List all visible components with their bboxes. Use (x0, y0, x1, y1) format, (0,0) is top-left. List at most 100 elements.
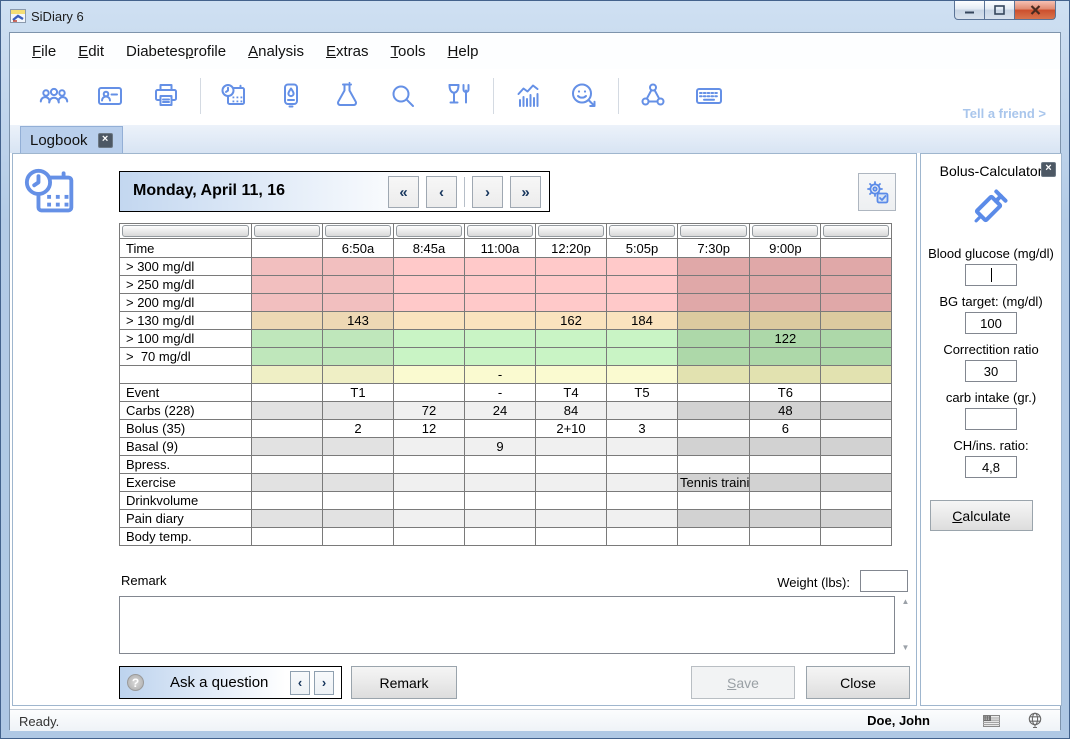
column-header-button[interactable] (750, 224, 821, 239)
remark-scrollbar[interactable]: ▲ ▼ (898, 596, 913, 654)
logbook-cell[interactable] (252, 402, 323, 420)
logbook-cell[interactable] (252, 492, 323, 510)
close-logbook-button[interactable]: Close (806, 666, 910, 699)
logbook-cell[interactable] (394, 384, 465, 402)
smiley-share-icon[interactable] (569, 81, 599, 111)
logbook-cell[interactable] (252, 510, 323, 528)
logbook-cell[interactable] (678, 402, 750, 420)
logbook-cell[interactable] (821, 420, 892, 438)
menu-tools[interactable]: Tools (380, 39, 437, 64)
logbook-icon[interactable] (220, 81, 250, 111)
maximize-button[interactable] (985, 1, 1014, 20)
logbook-cell[interactable] (607, 366, 678, 384)
logbook-cell[interactable] (465, 312, 536, 330)
logbook-cell[interactable]: 143 (323, 312, 394, 330)
save-button[interactable]: Save (691, 666, 795, 699)
logbook-cell[interactable] (536, 258, 607, 276)
logbook-cell[interactable] (394, 474, 465, 492)
logbook-cell[interactable] (678, 384, 750, 402)
column-header-button[interactable] (607, 224, 678, 239)
logbook-cell[interactable] (821, 312, 892, 330)
logbook-cell[interactable] (536, 474, 607, 492)
logbook-cell[interactable]: 9 (465, 438, 536, 456)
first-day-button[interactable]: « (388, 176, 419, 208)
logbook-cell[interactable] (821, 474, 892, 492)
logbook-cell[interactable] (394, 294, 465, 312)
logbook-cell[interactable] (607, 510, 678, 528)
logbook-cell[interactable] (394, 456, 465, 474)
users-icon[interactable] (39, 81, 69, 111)
bg-target-input[interactable] (965, 312, 1017, 334)
logbook-cell[interactable] (465, 330, 536, 348)
logbook-cell[interactable] (821, 276, 892, 294)
logbook-cell[interactable] (323, 456, 394, 474)
time-header-cell[interactable] (252, 239, 323, 258)
logbook-cell[interactable] (678, 348, 750, 366)
logbook-cell[interactable] (821, 294, 892, 312)
logbook-cell[interactable] (394, 312, 465, 330)
logbook-cell[interactable] (821, 456, 892, 474)
logbook-cell[interactable]: 24 (465, 402, 536, 420)
logbook-cell[interactable]: T1 (323, 384, 394, 402)
logbook-cell[interactable] (252, 528, 323, 546)
logbook-cell[interactable] (750, 492, 821, 510)
menu-diabetesprofile[interactable]: Diabetesprofile (115, 39, 237, 64)
logbook-cell[interactable] (678, 456, 750, 474)
logbook-settings-button[interactable] (858, 173, 896, 211)
logbook-cell[interactable]: 184 (607, 312, 678, 330)
logbook-cell[interactable] (750, 474, 821, 492)
logbook-cell[interactable] (536, 456, 607, 474)
logbook-cell[interactable] (323, 492, 394, 510)
logbook-cell[interactable] (252, 258, 323, 276)
remark-textarea[interactable] (119, 596, 895, 654)
logbook-cell[interactable] (607, 330, 678, 348)
carb-intake-input[interactable] (965, 408, 1017, 430)
menu-help[interactable]: Help (437, 39, 490, 64)
scroll-up-icon[interactable]: ▲ (898, 596, 913, 608)
printer-icon[interactable] (151, 81, 181, 111)
logbook-cell[interactable] (678, 330, 750, 348)
logbook-cell[interactable] (821, 330, 892, 348)
logbook-cell[interactable] (821, 510, 892, 528)
logbook-cell[interactable] (536, 348, 607, 366)
menu-analysis[interactable]: Analysis (237, 39, 315, 64)
logbook-cell[interactable] (678, 258, 750, 276)
logbook-cell[interactable] (323, 348, 394, 366)
menu-edit[interactable]: Edit (67, 39, 115, 64)
logbook-cell[interactable] (607, 438, 678, 456)
close-button[interactable] (1014, 1, 1056, 20)
keyboard-icon[interactable] (694, 81, 724, 111)
logbook-cell[interactable] (465, 474, 536, 492)
logbook-cell[interactable]: Tennis traini (678, 474, 750, 492)
ch-ins-ratio-input[interactable] (965, 456, 1017, 478)
logbook-cell[interactable] (750, 510, 821, 528)
time-header-cell[interactable]: 7:30p (678, 239, 750, 258)
logbook-cell[interactable] (323, 366, 394, 384)
logbook-cell[interactable] (607, 294, 678, 312)
previous-day-button[interactable]: ‹ (426, 176, 457, 208)
logbook-cell[interactable] (394, 438, 465, 456)
logbook-cell[interactable] (750, 294, 821, 312)
logbook-cell[interactable] (323, 528, 394, 546)
logbook-cell[interactable]: - (465, 366, 536, 384)
column-header-button[interactable] (120, 224, 252, 239)
logbook-cell[interactable] (394, 330, 465, 348)
logbook-cell[interactable] (465, 348, 536, 366)
logbook-cell[interactable]: 84 (536, 402, 607, 420)
logbook-cell[interactable] (465, 510, 536, 528)
logbook-cell[interactable] (252, 294, 323, 312)
logbook-cell[interactable] (252, 276, 323, 294)
logbook-cell[interactable] (323, 276, 394, 294)
logbook-cell[interactable] (678, 492, 750, 510)
lab-flask-icon[interactable] (332, 81, 362, 111)
column-header-button[interactable] (323, 224, 394, 239)
logbook-cell[interactable] (821, 402, 892, 420)
logbook-cell[interactable] (607, 258, 678, 276)
logbook-cell[interactable] (465, 528, 536, 546)
logbook-cell[interactable] (750, 438, 821, 456)
logbook-cell[interactable] (678, 366, 750, 384)
logbook-cell[interactable]: - (465, 384, 536, 402)
logbook-cell[interactable] (678, 294, 750, 312)
logbook-cell[interactable] (323, 510, 394, 528)
time-header-cell[interactable]: 6:50a (323, 239, 394, 258)
